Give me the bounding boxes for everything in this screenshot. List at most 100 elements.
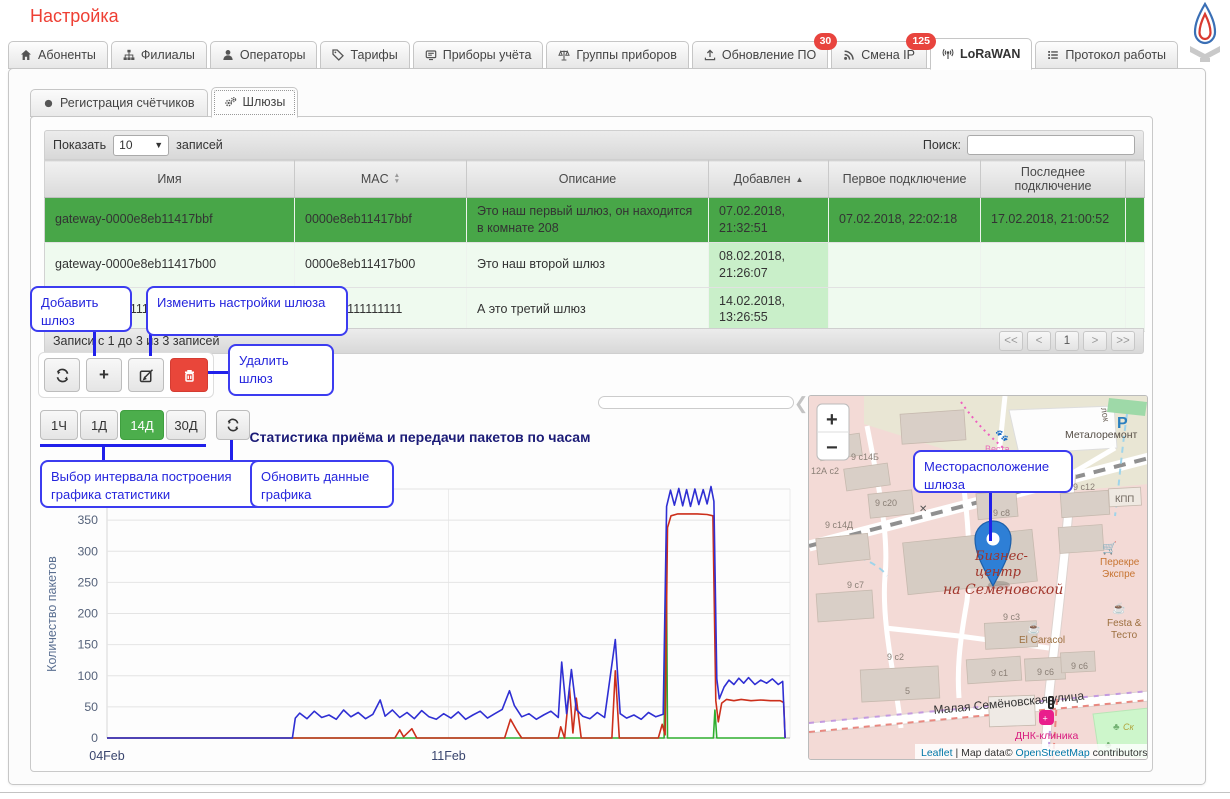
col-description[interactable]: Описание: [467, 161, 709, 198]
tab-label: Тарифы: [350, 48, 397, 62]
svg-text:9 с7: 9 с7: [847, 580, 864, 590]
tab-meter-registration[interactable]: Регистрация счётчиков: [30, 89, 208, 117]
map-label-caracol: El Caracol: [1019, 635, 1065, 646]
chart-scroll-track[interactable]: [598, 396, 794, 409]
tab-firmware-update[interactable]: 30 Обновление ПО: [692, 41, 828, 69]
svg-text:12А с2: 12А с2: [811, 466, 839, 476]
main-tab-bar: Абоненты Филиалы Операторы Тарифы Прибор…: [8, 37, 1178, 69]
show-label: Показать: [53, 138, 106, 152]
tab-label: Обновление ПО: [722, 48, 816, 62]
page-title: Настройка: [30, 6, 119, 27]
svg-text:☕: ☕: [1112, 601, 1126, 615]
svg-text:Тесто: Тесто: [1111, 630, 1138, 641]
tab-operators[interactable]: Операторы: [210, 41, 318, 69]
page-last-button[interactable]: >>: [1111, 331, 1135, 351]
plus-icon: +: [99, 365, 109, 385]
search-input[interactable]: [967, 135, 1135, 155]
interval-1h-button[interactable]: 1Ч: [40, 410, 78, 440]
page-length-select[interactable]: 10 ▼: [113, 135, 169, 156]
delete-gateway-button[interactable]: [170, 358, 208, 392]
callout-add-gateway: Добавить шлюз: [30, 286, 132, 332]
rss-icon: [843, 49, 855, 61]
firmware-update-badge: 30: [814, 33, 838, 50]
page-first-button[interactable]: <<: [999, 331, 1023, 351]
tab-meters[interactable]: Приборы учёта: [413, 41, 544, 69]
dot-circle-icon: [43, 98, 54, 109]
tab-ip-change[interactable]: 125 Смена IP: [831, 41, 927, 69]
col-added[interactable]: Добавлен▲: [709, 161, 829, 198]
sub-tab-bar: Регистрация счётчиков Шлюзы: [30, 88, 298, 117]
svg-text:5: 5: [905, 686, 910, 696]
meter-icon: [425, 49, 437, 61]
edit-gateway-button[interactable]: [128, 358, 164, 392]
svg-text:+: +: [1043, 714, 1048, 724]
svg-text:04Feb: 04Feb: [89, 749, 124, 763]
tab-tariffs[interactable]: Тарифы: [320, 41, 409, 69]
svg-text:350: 350: [77, 513, 98, 527]
ip-change-badge: 125: [906, 33, 936, 50]
sort-icon: ▲▼: [394, 173, 400, 185]
svg-text:9 с20: 9 с20: [875, 498, 897, 508]
map-label-festa: Festa &Тесто: [1107, 618, 1142, 641]
tab-label: LoRaWAN: [960, 47, 1020, 61]
svg-text:250: 250: [77, 575, 98, 589]
tab-label: Филиалы: [141, 48, 195, 62]
sort-asc-icon: ▲: [795, 175, 803, 184]
subtab-label: Шлюзы: [243, 95, 286, 109]
app-root: Настройка Абоненты Филиалы Операторы Тар…: [0, 0, 1230, 799]
tab-lorawan[interactable]: LoRaWAN: [930, 38, 1032, 70]
map-label-park: Ск: [1123, 722, 1134, 732]
interval-1d-button[interactable]: 1Д: [80, 410, 118, 440]
zoom-out-button[interactable]: −: [826, 437, 838, 459]
map-attribution: Leaflet | Map data© OpenStreetMap contri…: [921, 747, 1147, 759]
tab-branches[interactable]: Филиалы: [111, 41, 207, 69]
leaflet-link[interactable]: Leaflet: [921, 747, 953, 759]
svg-text:9 с2: 9 с2: [887, 652, 904, 662]
col-mac[interactable]: MAC▲▼: [295, 161, 467, 198]
chevron-down-icon: ▼: [154, 140, 163, 150]
chart-title: Статистика приёма и передачи пакетов по …: [160, 429, 680, 445]
tab-gateways[interactable]: Шлюзы: [211, 87, 299, 118]
callout-line-edit: [149, 334, 152, 356]
col-first-connection[interactable]: Первое подключение: [829, 161, 981, 198]
callout-gateway-location: Месторасположение шлюза: [913, 450, 1073, 493]
list-icon: [1047, 49, 1059, 61]
zoom-in-button[interactable]: +: [826, 409, 838, 431]
callout-line-add: [93, 328, 96, 356]
tab-meter-groups[interactable]: Группы приборов: [546, 41, 688, 69]
callout-line-location: [989, 491, 992, 541]
col-last-connection[interactable]: Последнее подключение: [981, 161, 1126, 198]
map-label-kpp: КПП: [1115, 494, 1134, 505]
page-prev-button[interactable]: <: [1027, 331, 1051, 351]
tab-label: Абоненты: [38, 48, 96, 62]
osm-link[interactable]: OpenStreetMap: [1016, 747, 1090, 759]
home-icon: [20, 49, 32, 61]
user-icon: [222, 49, 234, 61]
scales-icon: [558, 49, 570, 61]
tab-abonents[interactable]: Абоненты: [8, 41, 108, 69]
svg-text:9 с6: 9 с6: [1071, 661, 1088, 671]
table-row[interactable]: gateway-0000e8eb11417bbf0000e8eb11417bbf…: [45, 198, 1145, 243]
svg-text:200: 200: [77, 607, 98, 621]
svg-text:9 с12: 9 с12: [1073, 482, 1095, 492]
svg-text:300: 300: [77, 544, 98, 558]
tab-label: Смена IP: [861, 48, 915, 62]
svg-text:9 с6: 9 с6: [1037, 667, 1054, 677]
paw-icon: 🐾: [995, 430, 1009, 442]
pagination: << < 1 > >>: [999, 331, 1135, 351]
map-label-dnk: ДНК-клиника: [1015, 730, 1078, 742]
col-name[interactable]: Имя: [45, 161, 295, 198]
tab-work-log[interactable]: Протокол работы: [1035, 41, 1178, 69]
page-number-button[interactable]: 1: [1055, 331, 1079, 351]
interval-14d-button[interactable]: 14Д: [120, 410, 164, 440]
edit-icon: [139, 368, 154, 383]
map-collapse-handle[interactable]: ❮: [794, 394, 808, 414]
table-row[interactable]: gateway-0000e8eb11417b000000e8eb11417b00…: [45, 242, 1145, 287]
svg-text:0: 0: [91, 731, 98, 745]
refresh-table-button[interactable]: [44, 358, 80, 392]
callout-refresh-chart: Обновить данные графика: [250, 460, 394, 508]
shopping-cart-icon: 🛒: [1102, 541, 1117, 555]
add-gateway-button[interactable]: +: [86, 358, 122, 392]
svg-text:150: 150: [77, 638, 98, 652]
page-next-button[interactable]: >: [1083, 331, 1107, 351]
